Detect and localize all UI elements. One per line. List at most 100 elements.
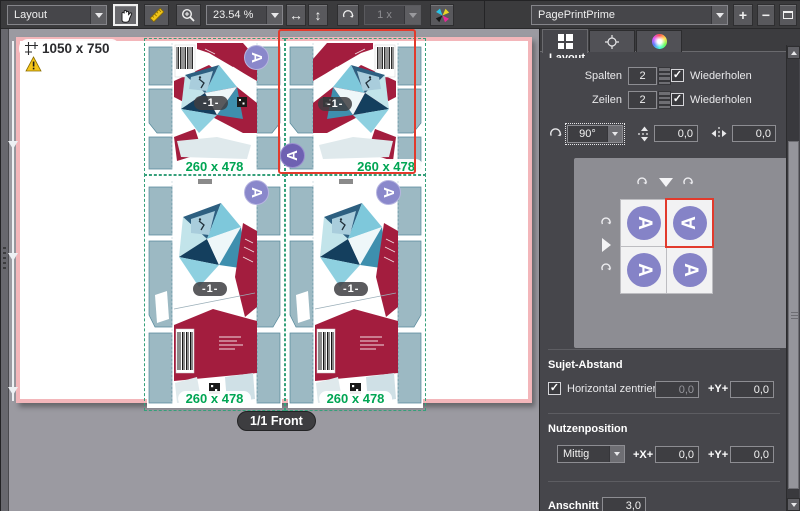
rows-stepper[interactable]: 2 [628, 91, 671, 109]
scroll-up-button[interactable] [787, 46, 800, 59]
rows-value[interactable]: 2 [628, 91, 657, 109]
window-button[interactable] [779, 4, 797, 26]
tool-mode-select[interactable]: Layout [7, 5, 107, 25]
crosshair-icon [605, 34, 619, 49]
stepper-down-button[interactable] [658, 100, 671, 109]
feed-arrow-icon [8, 253, 18, 261]
preset-add-button[interactable]: + [733, 4, 753, 26]
rotation-select[interactable]: 90° [565, 123, 625, 145]
thumb-grip-icon [791, 312, 798, 321]
orientation-cell-top-left[interactable]: A [621, 200, 666, 246]
artwork-unit-bottom-right[interactable]: A -1- 260 x 478 [285, 174, 426, 411]
rows-repeat-label: Wiederholen [690, 94, 752, 106]
bleed-label: Anschnitt [548, 500, 599, 511]
measure-tool-button[interactable] [144, 4, 169, 26]
horizontal-gap-field[interactable]: 0,0 [732, 125, 776, 142]
subject-x-spacing-field: 0,0 [655, 381, 699, 398]
panel-scrollbar[interactable] [786, 45, 800, 511]
zoom-tool-button[interactable] [176, 4, 201, 26]
layout-canvas[interactable]: A -1- 260 x 478 A -1- 260 x 478 A -1- 26… [1, 29, 539, 511]
zoom-level-select[interactable]: 23.54 % [206, 5, 283, 25]
chevron-down-icon[interactable] [609, 446, 624, 462]
scrollbar-thumb[interactable] [788, 141, 799, 489]
left-splitter[interactable] [1, 29, 9, 511]
vertical-gap-field[interactable]: 0,0 [654, 125, 698, 142]
orientation-cell-top-right[interactable]: A [665, 198, 714, 248]
bleed-field[interactable]: 3,0 [602, 497, 646, 511]
orientation-cell-bottom-right[interactable]: A [667, 247, 712, 293]
chevron-down-icon[interactable] [266, 6, 282, 24]
flip-vertical-icon[interactable] [659, 178, 673, 187]
crop-marks-icon [25, 42, 38, 55]
alignment-select[interactable]: Mittig [557, 445, 625, 463]
stepper-up-button[interactable] [658, 91, 671, 100]
position-x-field[interactable]: 0,0 [655, 446, 699, 463]
stepper-down-button[interactable] [658, 76, 671, 85]
columns-repeat-label: Wiederholen [690, 70, 752, 82]
orientation-glyph: A [626, 253, 661, 287]
page-number-badge: -1- [193, 282, 228, 296]
tool-mode-value: Layout [14, 9, 48, 21]
vertical-arrows-icon: ↕ [314, 7, 322, 23]
columns-repeat-checkbox[interactable]: ✓ [671, 69, 684, 82]
hand-icon [121, 9, 133, 23]
alignment-value: Mittig [563, 448, 590, 460]
copies-select: 1 x [364, 5, 421, 25]
fit-height-button[interactable]: ↕ [308, 4, 328, 26]
tab-layout[interactable] [542, 29, 588, 53]
position-y-label: +Y+ [708, 449, 729, 461]
preset-select[interactable]: PagePrintPrime [531, 5, 728, 25]
preset-remove-button[interactable]: − [757, 4, 775, 26]
horizontal-center-checkbox[interactable]: ✓ [548, 382, 561, 395]
check-icon: ✓ [672, 93, 683, 105]
selection-rectangle[interactable] [278, 29, 416, 174]
tab-color[interactable] [636, 30, 682, 52]
copies-value: 1 x [377, 9, 392, 21]
rotate-ccw-icon[interactable] [636, 176, 648, 188]
window-icon [783, 11, 793, 19]
columns-value[interactable]: 2 [628, 67, 657, 85]
section-divider [548, 349, 780, 350]
chevron-down-icon[interactable] [607, 126, 622, 142]
rotate-view-button[interactable] [337, 4, 359, 26]
application-window: Layout 23.54 % ↔ ↕ 1 x PagePrintPrime + … [0, 0, 800, 511]
orientation-cell-bottom-left[interactable]: A [621, 247, 666, 293]
rotate-ccw-icon[interactable] [600, 216, 612, 228]
rows-repeat-checkbox[interactable]: ✓ [671, 93, 684, 106]
subject-y-spacing-field[interactable]: 0,0 [730, 381, 774, 398]
orientation-glyph: A [672, 253, 707, 287]
cmyk-pinwheel-icon [435, 8, 449, 22]
chevron-down-icon[interactable] [711, 6, 727, 24]
panel-tab-strip [540, 29, 800, 53]
ruler-icon [149, 7, 164, 23]
stepper-up-button[interactable] [658, 67, 671, 76]
color-management-button[interactable] [430, 4, 454, 26]
tab-position[interactable] [589, 30, 635, 52]
rotate-cw-icon[interactable] [600, 262, 612, 274]
feed-arrow-icon [8, 141, 18, 149]
columns-label: Spalten [584, 70, 622, 82]
sheet-side-indicator[interactable]: 1/1 Front [237, 411, 316, 431]
subject-y-label: +Y+ [708, 383, 729, 395]
rotate-icon [342, 10, 354, 18]
preset-value: PagePrintPrime [538, 9, 616, 21]
scroll-down-button[interactable] [787, 498, 800, 511]
subject-spacing-header: Sujet-Abstand [548, 359, 623, 371]
chevron-down-icon[interactable] [90, 6, 106, 24]
artwork-unit-bottom-left[interactable]: A -1- 260 x 478 [144, 174, 285, 411]
artwork-unit-top-left[interactable]: A -1- 260 x 478 [144, 38, 285, 176]
columns-stepper[interactable]: 2 [628, 67, 671, 85]
flip-horizontal-icon[interactable] [602, 238, 611, 252]
top-toolbar: Layout 23.54 % ↔ ↕ 1 x PagePrintPrime + … [1, 1, 800, 29]
fit-width-button[interactable]: ↔ [286, 4, 306, 26]
sheet-size-text: 1050 x 750 [42, 41, 110, 56]
position-y-field[interactable]: 0,0 [730, 446, 774, 463]
rotation-value: 90° [579, 128, 596, 140]
unit-size-label: 260 x 478 [177, 159, 252, 174]
rotation-icon [550, 128, 562, 137]
color-wheel-icon [651, 34, 667, 49]
feed-arrow-icon [8, 387, 18, 395]
rotate-cw-icon[interactable] [682, 176, 694, 188]
pan-tool-button[interactable] [113, 4, 138, 26]
orientation-glyph: A [672, 206, 707, 240]
